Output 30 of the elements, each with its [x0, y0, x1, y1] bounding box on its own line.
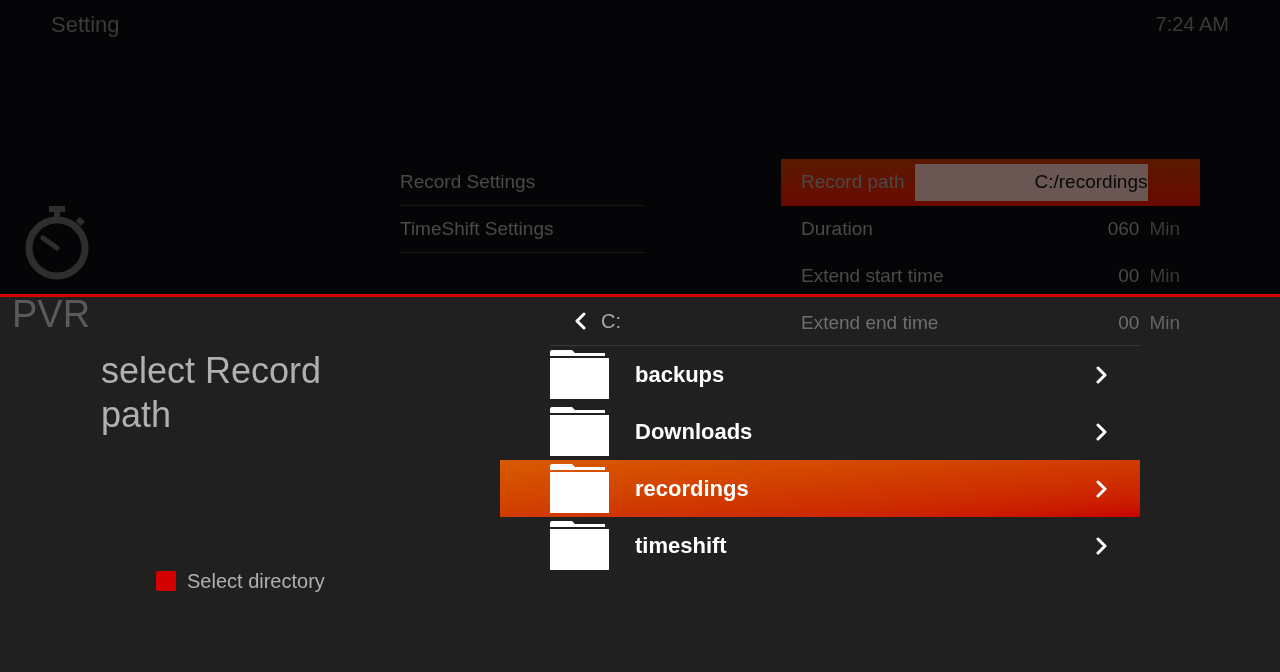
setting-value: 00 [1118, 311, 1140, 336]
setting-value: 060 [1107, 217, 1140, 242]
setting-label: Extend start time [801, 264, 944, 289]
settings-menu-item[interactable]: TimeShift Settings [400, 206, 645, 253]
app-label: PVR [12, 292, 92, 336]
folder-icon [550, 407, 609, 456]
folder-icon [550, 521, 609, 570]
settings-menu-item[interactable]: Record Settings [400, 159, 645, 206]
folder-row[interactable]: timeshift [500, 517, 1140, 574]
setting-label: Record path [801, 170, 905, 195]
unit-label: Min [1149, 311, 1180, 336]
legend-label: Select directory [187, 569, 325, 594]
folder-name: Downloads [635, 418, 753, 446]
folder-row[interactable]: recordings [500, 460, 1140, 517]
dialog-title: select Record path [101, 349, 323, 437]
setting-label: Extend end time [801, 311, 939, 336]
setting-value: 00 [1118, 264, 1140, 289]
folder-icon [550, 350, 609, 399]
folder-name: timeshift [635, 532, 727, 560]
setting-row[interactable]: Record path C:/recordings [781, 159, 1200, 206]
folder-name: recordings [635, 475, 749, 503]
path-field[interactable]: C:/recordings [914, 164, 1148, 201]
folder-icon [550, 464, 609, 513]
folder-row[interactable]: backups [500, 346, 1140, 403]
stopwatch-icon [23, 206, 91, 280]
folder-row[interactable]: Downloads [500, 403, 1140, 460]
setting-label: Duration [801, 217, 873, 242]
folder-name: backups [635, 361, 725, 389]
current-directory: C: [601, 309, 621, 334]
setting-row[interactable]: Extend end time 00 Min [781, 300, 1200, 347]
